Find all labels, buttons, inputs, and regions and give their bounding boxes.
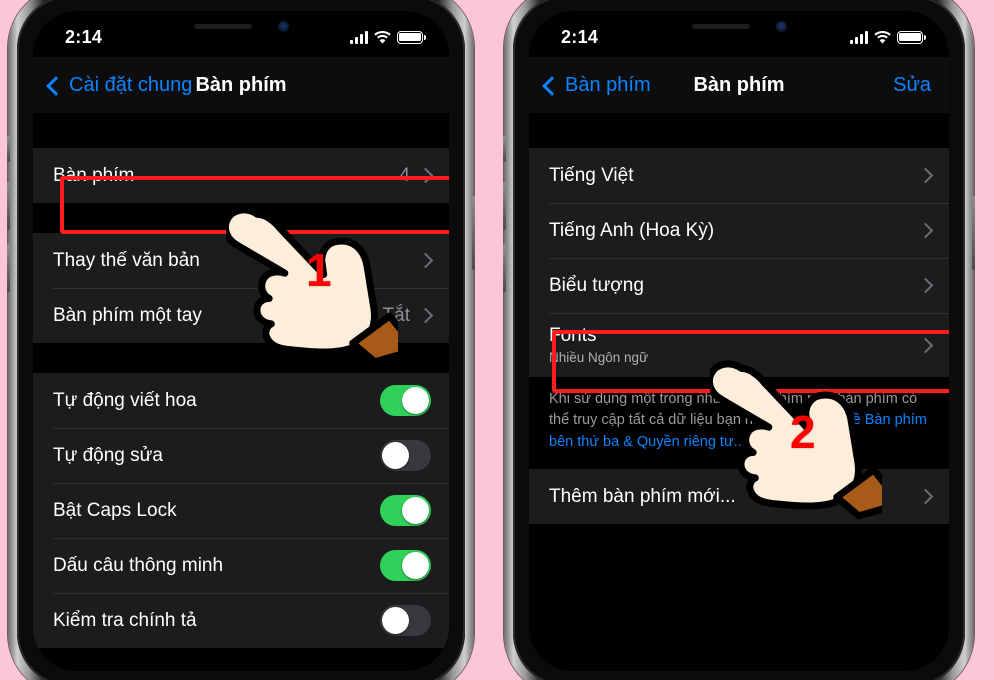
row-label: Thay thế văn bản bbox=[53, 249, 200, 271]
row-ban-phim-mot-tay[interactable]: Bàn phím một tay Tắt bbox=[33, 288, 449, 343]
chevron-right-icon bbox=[917, 337, 934, 353]
row-label: Biểu tượng bbox=[549, 274, 644, 296]
chevron-right-icon bbox=[917, 167, 934, 184]
top-spacer bbox=[33, 113, 449, 148]
cellular-bars-icon bbox=[850, 30, 868, 44]
toggle-tu-dong-sua[interactable] bbox=[380, 440, 431, 471]
power-button[interactable] bbox=[472, 196, 475, 270]
row-label: Tự động sửa bbox=[53, 444, 163, 466]
chevron-left-icon bbox=[542, 75, 562, 96]
edit-button[interactable]: Sửa bbox=[893, 74, 949, 97]
row-label: Fonts bbox=[549, 325, 597, 346]
cellular-bars-icon bbox=[350, 30, 368, 44]
phone-left-screen: 2:14 Cài đặt chung Bàn phím Bàn phím 4 T… bbox=[33, 11, 449, 671]
row-label: Thêm bàn phím mới... bbox=[549, 485, 736, 507]
group-installed-keyboards: Tiếng Việt Tiếng Anh (Hoa Kỳ) Biểu tượng bbox=[529, 148, 949, 377]
front-camera-icon bbox=[775, 20, 787, 32]
chevron-right-icon bbox=[917, 277, 934, 294]
row-label: Tiếng Anh (Hoa Kỳ) bbox=[549, 219, 715, 241]
third-party-keyboard-note: Khi sử dụng một trong những bàn phím này… bbox=[529, 377, 949, 469]
back-button-keyboard[interactable]: Bàn phím bbox=[529, 74, 651, 97]
row-tieng-viet[interactable]: Tiếng Việt bbox=[529, 148, 949, 203]
row-tu-dong-viet-hoa[interactable]: Tự động viết hoa bbox=[33, 373, 449, 428]
row-them-ban-phim-moi[interactable]: Thêm bàn phím mới... bbox=[529, 469, 949, 524]
group-text-options: Thay thế văn bản Bàn phím một tay Tắt bbox=[33, 233, 449, 343]
phone-right-screen: 2:14 Bàn phím Bàn phím Sửa Tiếng Việt Ti… bbox=[529, 11, 949, 671]
status-time: 2:14 bbox=[65, 26, 103, 47]
row-label: Bàn phím bbox=[53, 164, 135, 186]
chevron-right-icon bbox=[417, 252, 434, 269]
toggle-tu-dong-viet-hoa[interactable] bbox=[380, 385, 431, 416]
row-subtitle: Nhiều Ngôn ngữ bbox=[549, 350, 649, 365]
chevron-left-icon bbox=[46, 75, 66, 96]
mute-switch[interactable] bbox=[503, 136, 506, 162]
toggle-bat-caps-lock[interactable] bbox=[380, 495, 431, 526]
row-label: Kiểm tra chính tả bbox=[53, 609, 197, 631]
row-bat-caps-lock[interactable]: Bật Caps Lock bbox=[33, 483, 449, 538]
chevron-right-icon bbox=[917, 222, 934, 239]
status-indicators bbox=[350, 25, 426, 44]
row-dau-cau-thong-minh[interactable]: Dấu câu thông minh bbox=[33, 538, 449, 593]
nav-bar-right: Bàn phím Bàn phím Sửa bbox=[529, 57, 949, 113]
row-ban-phim[interactable]: Bàn phím 4 bbox=[33, 148, 449, 203]
battery-full-icon bbox=[897, 30, 926, 44]
status-indicators bbox=[850, 25, 926, 44]
chevron-right-icon bbox=[917, 489, 934, 505]
earpiece-speaker-icon bbox=[193, 23, 252, 29]
row-label: Tự động viết hoa bbox=[53, 389, 197, 411]
back-button-label: Cài đặt chung bbox=[69, 73, 193, 96]
back-button-label: Bàn phím bbox=[565, 73, 651, 96]
row-thay-the-van-ban[interactable]: Thay thế văn bản bbox=[33, 233, 449, 288]
mute-switch[interactable] bbox=[7, 136, 10, 162]
group-spacer-1 bbox=[33, 203, 449, 233]
power-button[interactable] bbox=[972, 196, 975, 270]
wifi-icon bbox=[374, 30, 391, 44]
toggle-kiem-tra-chinh-ta[interactable] bbox=[380, 605, 431, 636]
group-keyboards: Bàn phím 4 bbox=[33, 148, 449, 203]
nav-bar-left: Cài đặt chung Bàn phím bbox=[33, 57, 449, 113]
row-value: 4 bbox=[399, 164, 410, 186]
phone-left-bezel: 2:14 Cài đặt chung Bàn phím Bàn phím 4 T… bbox=[17, 0, 465, 680]
toggle-dau-cau-thong-minh[interactable] bbox=[380, 550, 431, 581]
row-main: Fonts Nhiều Ngôn ngữ bbox=[549, 325, 920, 365]
phone-right: 2:14 Bàn phím Bàn phím Sửa Tiếng Việt Ti… bbox=[503, 0, 975, 680]
row-kiem-tra-chinh-ta[interactable]: Kiểm tra chính tả bbox=[33, 593, 449, 648]
row-value: Tắt bbox=[382, 304, 410, 326]
screenshot-canvas: 2:14 Cài đặt chung Bàn phím Bàn phím 4 T… bbox=[0, 0, 994, 680]
settings-list-left[interactable]: Bàn phím 4 Thay thế văn bản Bàn phím một… bbox=[33, 113, 449, 671]
top-spacer bbox=[529, 113, 949, 148]
group-toggles: Tự động viết hoa Tự động sửa Bật Caps Lo… bbox=[33, 373, 449, 648]
group-add-keyboard: Thêm bàn phím mới... bbox=[529, 469, 949, 525]
volume-down-button[interactable] bbox=[503, 244, 506, 292]
back-button-general-settings[interactable]: Cài đặt chung bbox=[33, 74, 192, 97]
row-bieu-tuong[interactable]: Biểu tượng bbox=[529, 258, 949, 313]
group-spacer-2 bbox=[33, 343, 449, 373]
phone-left: 2:14 Cài đặt chung Bàn phím Bàn phím 4 T… bbox=[7, 0, 475, 680]
row-label: Dấu câu thông minh bbox=[53, 554, 224, 576]
row-tieng-anh[interactable]: Tiếng Anh (Hoa Kỳ) bbox=[529, 203, 949, 258]
row-label: Bàn phím một tay bbox=[53, 304, 202, 326]
row-fonts[interactable]: Fonts Nhiều Ngôn ngữ bbox=[529, 313, 949, 377]
row-label: Tiếng Việt bbox=[549, 164, 634, 186]
chevron-right-icon bbox=[417, 167, 434, 184]
notch bbox=[641, 11, 837, 41]
keyboard-list-right[interactable]: Tiếng Việt Tiếng Anh (Hoa Kỳ) Biểu tượng bbox=[529, 113, 949, 671]
wifi-icon bbox=[874, 30, 891, 44]
front-camera-icon bbox=[277, 20, 289, 32]
chevron-right-icon bbox=[417, 307, 434, 324]
volume-up-button[interactable] bbox=[7, 182, 10, 230]
row-tu-dong-sua[interactable]: Tự động sửa bbox=[33, 428, 449, 483]
volume-down-button[interactable] bbox=[7, 244, 10, 292]
volume-up-button[interactable] bbox=[503, 182, 506, 230]
phone-right-bezel: 2:14 Bàn phím Bàn phím Sửa Tiếng Việt Ti… bbox=[513, 0, 965, 680]
status-time: 2:14 bbox=[561, 26, 599, 47]
earpiece-speaker-icon bbox=[691, 23, 750, 29]
row-label: Bật Caps Lock bbox=[53, 499, 177, 521]
battery-full-icon bbox=[397, 30, 426, 44]
notch bbox=[143, 11, 339, 41]
